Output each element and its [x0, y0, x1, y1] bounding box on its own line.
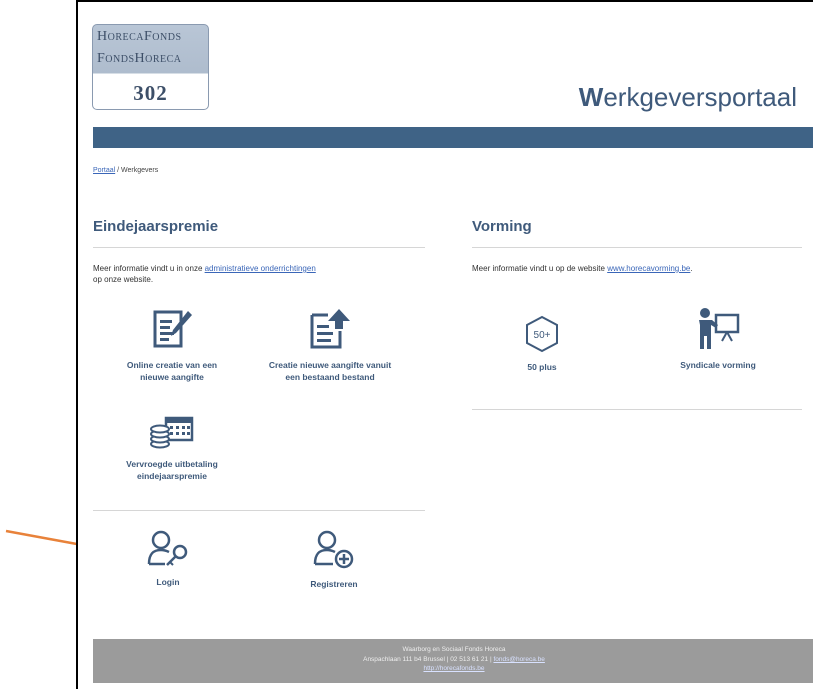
tile-vervroegde-uitbetaling[interactable]: Vervroegde uitbetaling eindejaarspremie	[112, 414, 232, 482]
presenter-board-icon	[699, 308, 740, 349]
eindejaarspremie-title: Eindejaarspremie	[93, 218, 219, 235]
fifty-plus-badge: 50+	[534, 330, 551, 341]
footer: Waarborg en Sociaal Fonds Horeca Anspach…	[93, 639, 813, 683]
administratieve-onderrichtingen-link[interactable]: administratieve onderrichtingen	[205, 264, 316, 273]
breadcrumb-portaal-link[interactable]: Portaal	[93, 167, 115, 174]
tile-label: Syndicale vorming	[680, 360, 756, 370]
tile-online-aangifte[interactable]: Online creatie van een nieuwe aangifte	[112, 309, 232, 383]
divider	[472, 409, 802, 410]
logo-number: 302	[133, 81, 168, 105]
footer-website-link[interactable]: http://horecafonds.be	[423, 665, 484, 672]
tile-label: Online creatie van een nieuwe aangifte	[126, 360, 218, 382]
login-label: Login	[156, 577, 180, 587]
login-button[interactable]: Login	[118, 530, 218, 588]
footer-org: Waarborg en Sociaal Fonds Horeca	[402, 646, 506, 653]
fifty-plus-icon: 50+	[526, 315, 558, 353]
breadcrumb: Portaal / Werkgevers	[93, 167, 159, 174]
logo-line-2: FondsHoreca	[97, 51, 182, 66]
tile-label: Creatie nieuwe aangifte vanuit een besta…	[268, 360, 392, 382]
register-label: Registreren	[310, 579, 358, 589]
user-add-icon	[313, 530, 354, 569]
footer-email-link[interactable]: fonds@horeca.be	[493, 656, 544, 663]
header-bar	[93, 127, 813, 148]
breadcrumb-current: Werkgevers	[121, 167, 159, 174]
tile-syndicale-vorming[interactable]: Syndicale vorming	[658, 307, 778, 371]
eindejaarspremie-info: Meer informatie vindt u in onze administ…	[93, 264, 316, 284]
tile-aangifte-bestand[interactable]: Creatie nieuwe aangifte vanuit een besta…	[264, 307, 396, 383]
footer-contact: Anspachlaan 111 b4 Brussel | 02 513 61 2…	[363, 655, 545, 663]
horecavorming-link[interactable]: www.horecavorming.be	[607, 264, 690, 273]
tile-label: Vervroegde uitbetaling eindejaarspremie	[126, 459, 218, 481]
horecafonds-logo[interactable]: HorecaFonds FondsHoreca 302	[92, 24, 209, 110]
upload-file-icon	[310, 309, 350, 349]
vorming-info: Meer informatie vindt u op de website ww…	[472, 264, 693, 273]
coins-calendar-icon	[150, 416, 194, 449]
tile-50-plus[interactable]: 50+ 50 plus	[492, 315, 592, 373]
edit-form-icon	[153, 310, 192, 348]
register-button[interactable]: Registreren	[284, 530, 384, 590]
tile-label: 50 plus	[527, 362, 557, 372]
vorming-title: Vorming	[472, 218, 532, 235]
divider	[93, 510, 425, 511]
page-title: Werkgeversportaal	[578, 82, 797, 112]
divider	[472, 247, 802, 248]
user-key-icon	[147, 530, 188, 566]
divider	[93, 247, 425, 248]
logo-line-1: HorecaFonds	[97, 29, 182, 44]
portal-page: HorecaFonds FondsHoreca 302 Werkgeverspo…	[76, 0, 813, 689]
